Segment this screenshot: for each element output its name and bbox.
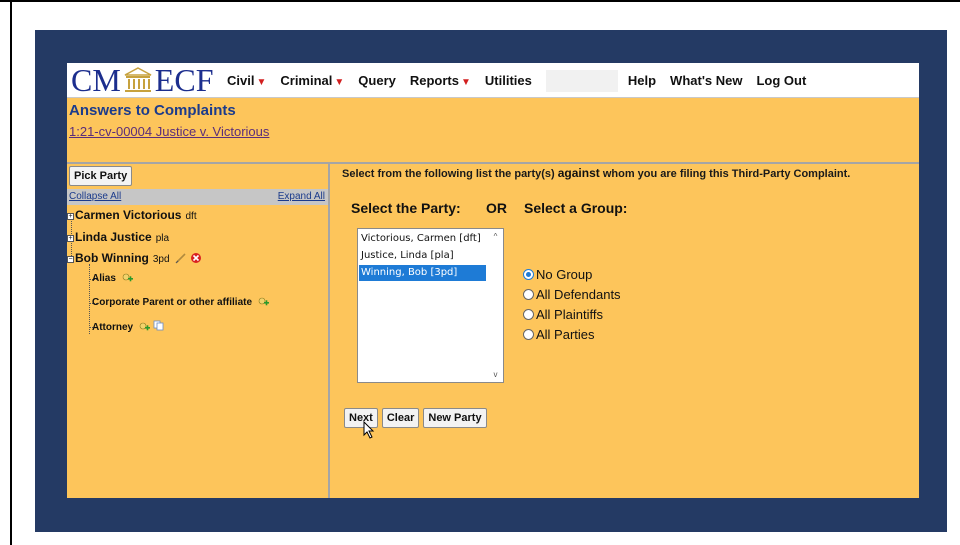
party-listbox[interactable]: Victorious, Carmen [dft] Justice, Linda … [357,228,504,383]
menu-reports[interactable]: Reports ▼ [410,73,471,88]
radio-label: No Group [536,267,593,282]
party-role: pla [155,233,170,244]
radio-label: All Defendants [536,287,621,302]
expand-icon[interactable]: + [67,234,74,242]
page-header: Answers to Complaints 1:21-cv-00004 Just… [67,98,919,162]
collapse-icon[interactable]: − [67,255,74,263]
menu-reports-label: Reports [409,73,459,88]
pick-party-button[interactable]: Pick Party [69,166,133,186]
logo-text-cm: CM [71,62,121,98]
main-menu: Civil ▼ Criminal ▼ Query Reports ▼ Utilitie… [227,63,820,98]
select-group-label: Select a Group: [524,200,628,216]
party-role: dft [185,211,197,222]
menu-criminal[interactable]: Criminal ▼ [280,73,344,88]
tree-node-child[interactable]: Attorney [92,320,164,334]
new-party-button[interactable]: New Party [423,408,487,428]
party-name: Bob Winning [75,251,149,265]
top-navbar: CM ECF Civil ▼ Criminal ▼ Query Reports ▼ U… [67,63,919,98]
add-person-icon[interactable] [258,297,270,308]
page-title: Answers to Complaints [69,102,236,119]
screen-top-border [0,0,960,2]
party-tree-panel: Pick Party Collapse All Expand All + Carm… [67,164,328,498]
menu-criminal-label: Criminal [280,73,333,88]
or-label: OR [486,200,507,216]
listbox-scrollbar[interactable]: ^ v [488,229,503,382]
instruction-post: whom you are filing this Third-Party Com… [599,168,851,180]
screen-left-border [10,2,12,545]
select-party-label: Select the Party: [351,200,461,216]
child-label: Alias [92,273,116,284]
party-option[interactable]: Victorious, Carmen [dft] [359,231,486,247]
tree-node-party[interactable]: + Linda Justice pla [67,230,169,244]
party-role: 3pd [152,254,170,265]
child-label: Corporate Parent or other affiliate [92,297,253,308]
caret-down-icon: ▼ [256,77,267,88]
child-label: Attorney [92,321,134,333]
party-name: Linda Justice [75,230,152,244]
add-person-icon[interactable] [122,273,133,284]
scroll-down-icon[interactable]: v [491,370,500,379]
party-option[interactable]: Justice, Linda [pla] [359,248,486,264]
menu-utilities-label: Utilities [484,73,532,88]
menu-query[interactable]: Query [358,73,396,88]
instruction-text: Select from the following list the party… [342,166,850,180]
tree-node-party-expanded[interactable]: − Bob Winning 3pd [67,251,202,267]
caret-down-icon: ▼ [461,77,471,88]
selection-panel: Select from the following list the party… [330,164,919,498]
instruction-pre: Select from the following list the party… [342,168,558,180]
radio-button[interactable] [523,269,534,280]
expand-icon[interactable]: + [67,212,74,220]
cmecf-logo[interactable]: CM ECF [71,64,213,96]
radio-label: All Parties [536,327,595,342]
party-option-selected[interactable]: Winning, Bob [3pd] [359,265,486,281]
party-name: Carmen Victorious [75,208,182,222]
radio-all-defendants[interactable]: All Defendants [523,287,621,302]
case-link[interactable]: 1:21-cv-00004 Justice v. Victorious [69,124,269,139]
menu-whats-new[interactable]: What's New [670,73,742,88]
menu-utilities[interactable]: Utilities [485,73,532,88]
delete-icon[interactable] [190,252,202,267]
tree-line [89,264,90,334]
tree-node-party[interactable]: + Carmen Victorious dft [67,208,197,222]
clear-button[interactable]: Clear [381,408,420,428]
radio-all-parties[interactable]: All Parties [523,327,595,342]
mouse-cursor-icon [363,420,375,444]
menu-civil-label: Civil [227,73,255,88]
scroll-up-icon[interactable]: ^ [491,232,500,241]
radio-button[interactable] [523,289,534,300]
instruction-keyword: against [557,166,600,180]
menu-query-label: Query [358,73,396,88]
menu-log-out[interactable]: Log Out [756,73,806,88]
copy-icon[interactable] [153,320,164,334]
tree-node-child[interactable]: Corporate Parent or other affiliate [92,296,270,308]
tree-node-child[interactable]: Alias [92,272,133,284]
logo-text-ecf: ECF [154,62,214,98]
expand-all-link[interactable]: Expand All [278,191,325,202]
caret-down-icon: ▼ [334,77,345,88]
radio-no-group[interactable]: No Group [523,267,592,282]
menu-civil[interactable]: Civil ▼ [227,73,266,88]
radio-all-plaintiffs[interactable]: All Plaintiffs [523,307,603,322]
radio-label: All Plaintiffs [536,307,603,322]
add-person-icon[interactable] [139,322,151,333]
radio-button[interactable] [523,309,534,320]
edit-pencil-icon[interactable] [175,252,187,267]
menu-blank-slot [545,69,618,92]
courthouse-icon [123,66,153,94]
radio-button[interactable] [523,329,534,340]
tree-toolbar: Collapse All Expand All [67,189,328,205]
menu-help[interactable]: Help [628,73,656,88]
collapse-all-link[interactable]: Collapse All [69,191,121,202]
